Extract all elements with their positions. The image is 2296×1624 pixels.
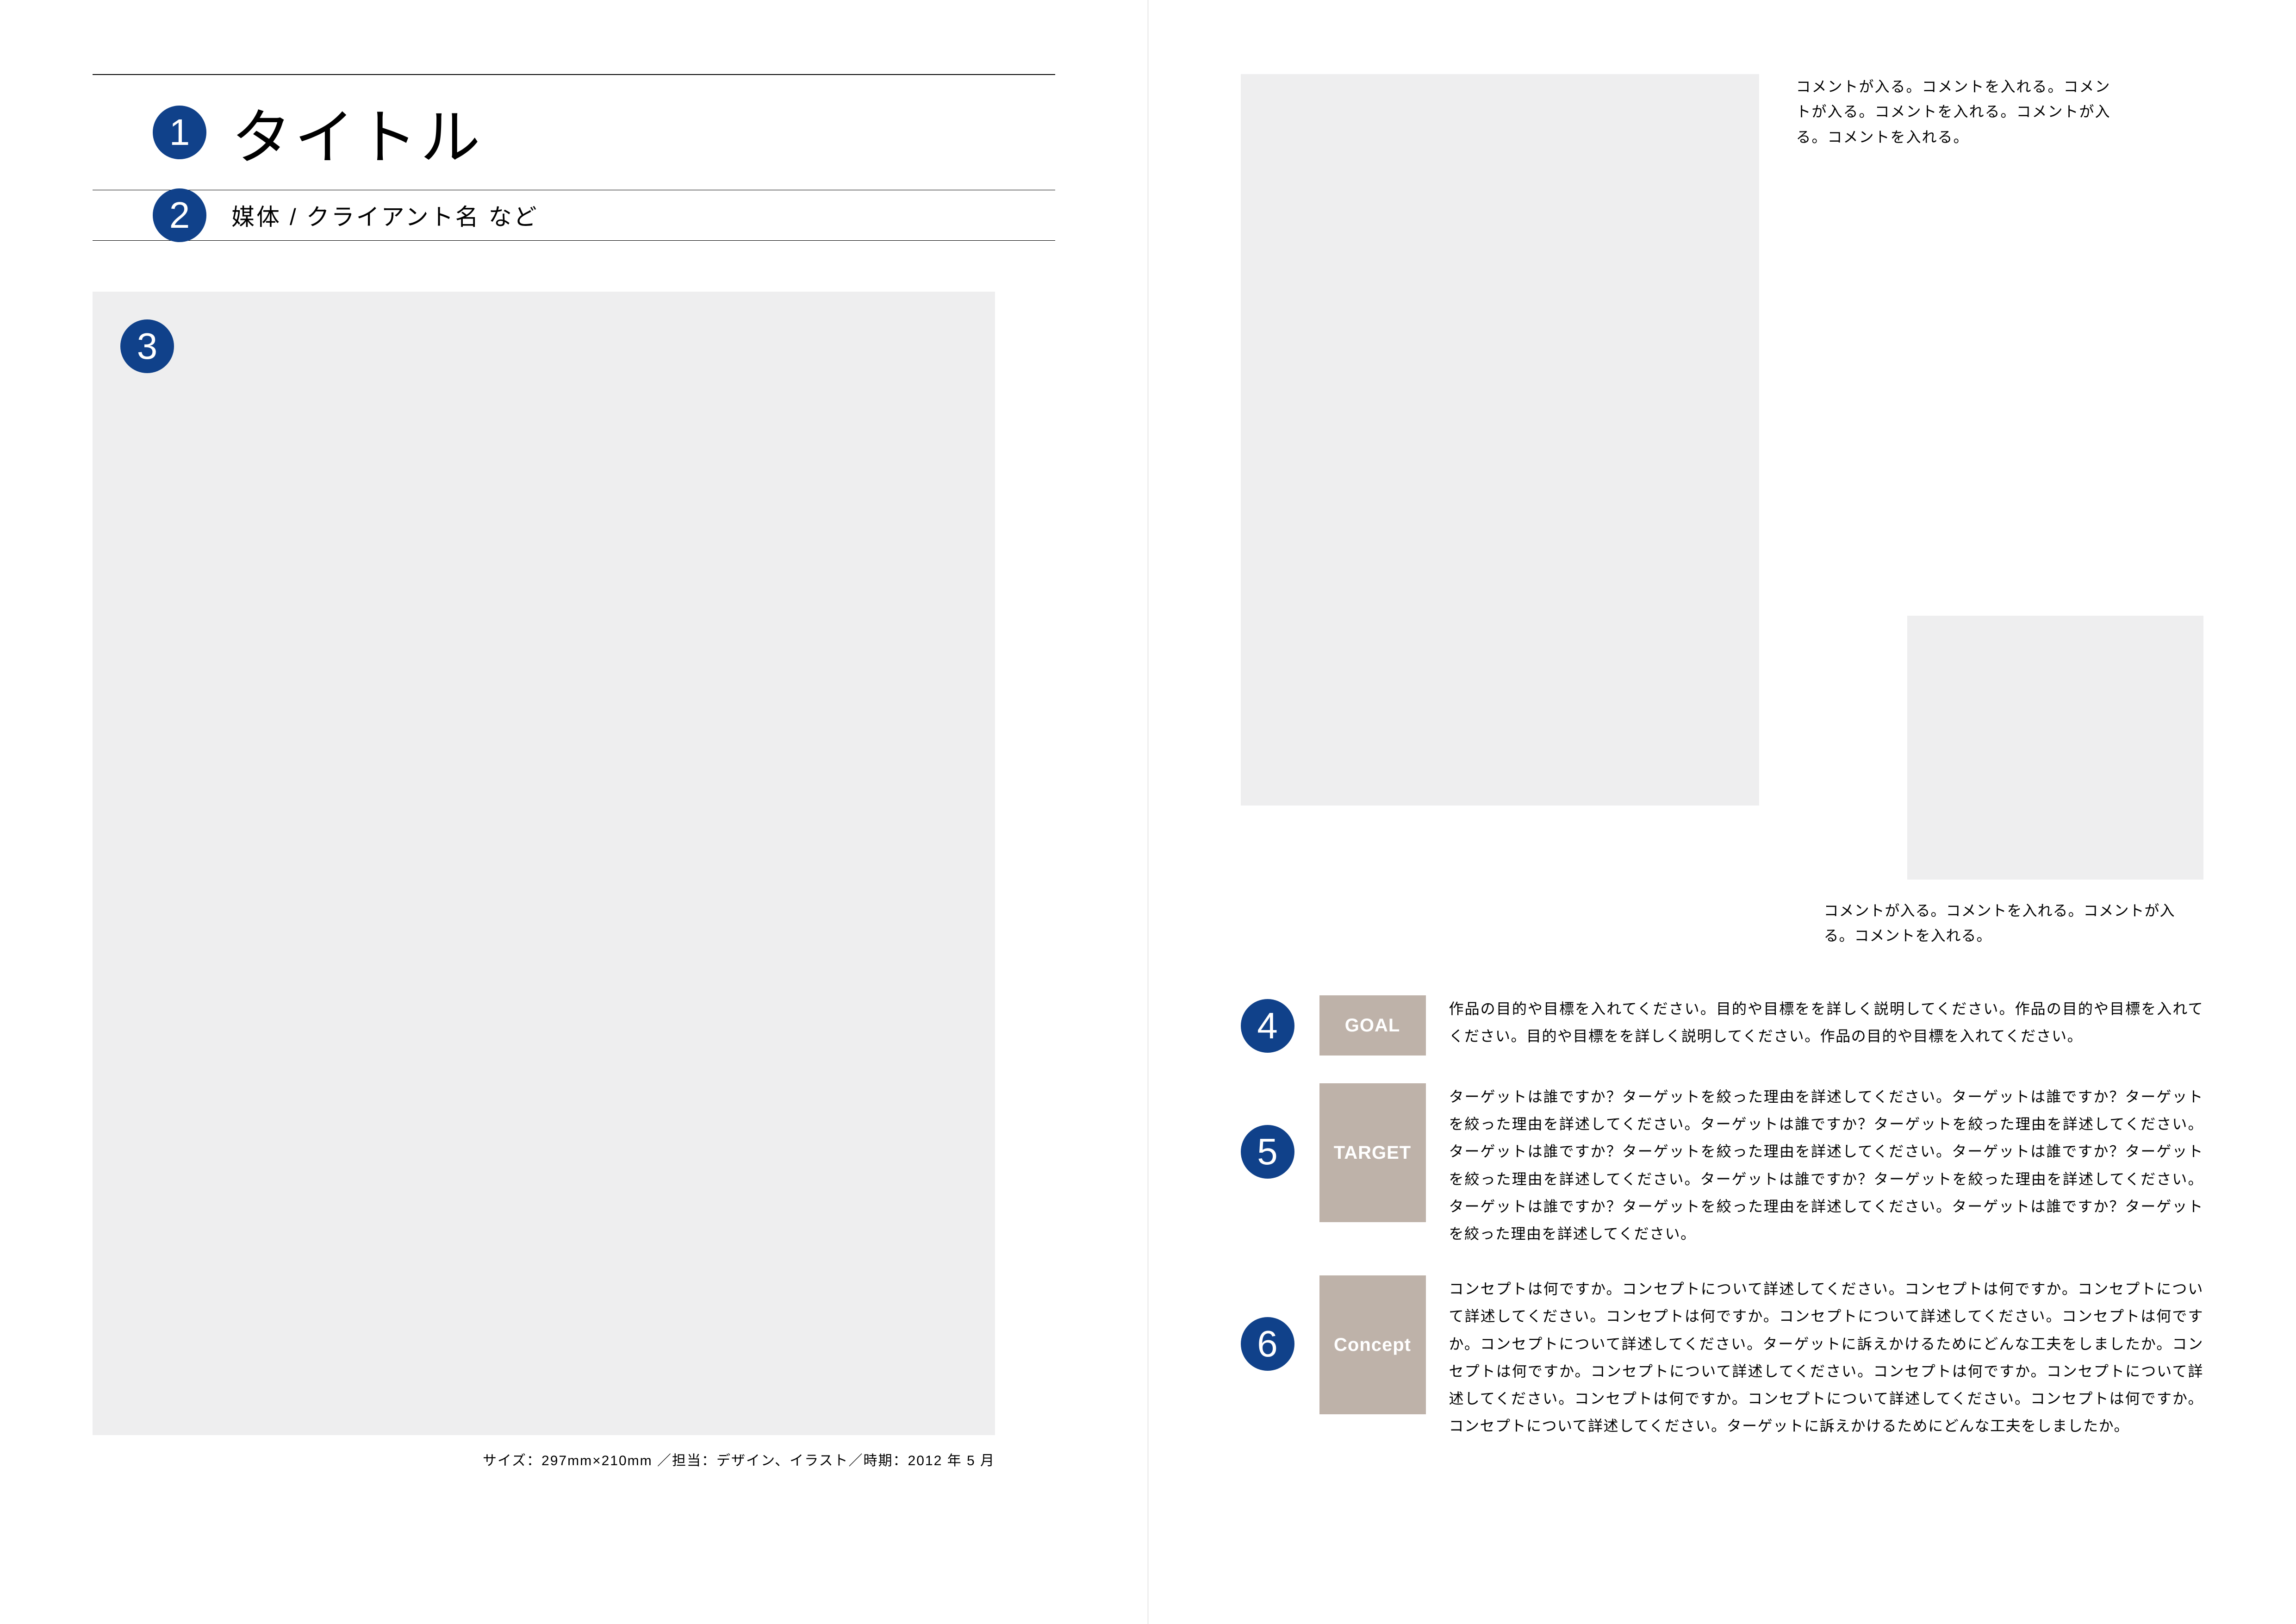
badge-2: 2 (153, 188, 206, 242)
section-goal: 4 GOAL 作品の目的や目標を入れてください。目的や目標をを詳しく説明してくだ… (1241, 995, 2204, 1056)
small-image-placeholder (1907, 616, 2203, 880)
section-concept-body: コンセプトは何ですか。コンセプトについて詳述してください。コンセプトは何ですか。… (1449, 1275, 2204, 1440)
badge-4: 4 (1241, 999, 1294, 1053)
badge-6: 6 (1241, 1317, 1294, 1371)
section-concept-label: Concept (1319, 1275, 1426, 1414)
main-image-placeholder: 3 (93, 292, 995, 1435)
subtitle-row: 2 媒体 / クライアント名 など (93, 190, 1055, 241)
badge-5: 5 (1241, 1125, 1294, 1179)
badge-1: 1 (153, 106, 206, 159)
section-goal-body: 作品の目的や目標を入れてください。目的や目標をを詳しく説明してください。作品の目… (1449, 995, 2204, 1050)
comment-bottom: コメントが入る。コメントを入れる。コメントが入る。コメントを入れる。 (1824, 898, 2203, 949)
page-right: コメントが入る。コメントを入れる。コメントが入る。コメントを入れる。コメントが入… (1148, 0, 2296, 1624)
subtitle: 媒体 / クライアント名 など (231, 199, 539, 232)
meta-info: サイズ：297mm×210mm ／担当：デザイン、イラスト／時期：2012 年 … (93, 1449, 995, 1469)
section-target-label: TARGET (1319, 1083, 1426, 1222)
sections: 4 GOAL 作品の目的や目標を入れてください。目的や目標をを詳しく説明してくだ… (1241, 995, 2204, 1440)
page-title: タイトル (231, 89, 483, 176)
section-goal-label: GOAL (1319, 995, 1426, 1056)
section-target: 5 TARGET ターゲットは誰ですか？ターゲットを絞った理由を詳述してください… (1241, 1083, 2204, 1248)
secondary-image-placeholder (1241, 74, 1759, 806)
section-concept: 6 Concept コンセプトは何ですか。コンセプトについて詳述してください。コ… (1241, 1275, 2204, 1440)
badge-3: 3 (120, 319, 174, 373)
page-left: 1 タイトル 2 媒体 / クライアント名 など 3 サイズ：297mm×210… (0, 0, 1148, 1624)
comment-top: コメントが入る。コメントを入れる。コメントが入る。コメントを入れる。コメントが入… (1796, 74, 2120, 150)
title-row: 1 タイトル (93, 75, 1055, 190)
section-target-body: ターゲットは誰ですか？ターゲットを絞った理由を詳述してください。ターゲットは誰で… (1449, 1083, 2204, 1248)
right-top-area: コメントが入る。コメントを入れる。コメントが入る。コメントを入れる。コメントが入… (1241, 74, 2204, 917)
